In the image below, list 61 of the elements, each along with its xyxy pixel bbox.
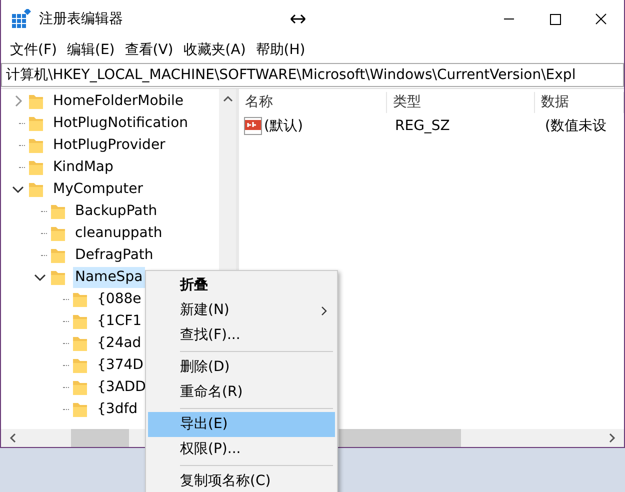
menu-item[interactable]: 编辑(E) (62, 40, 120, 60)
tree-item[interactable]: {088e (95, 288, 144, 310)
column-header[interactable]: 数据 (535, 92, 624, 112)
menu-item[interactable]: 复制项名称(C) (148, 469, 335, 492)
tree-item[interactable]: KindMap (51, 156, 116, 178)
tree-item[interactable]: NameSpa (73, 266, 145, 288)
menu-item[interactable]: 收藏夹(A) (178, 40, 251, 60)
folder-icon (29, 137, 43, 153)
tree-item[interactable]: {24ad (95, 332, 144, 354)
string-value-icon (244, 117, 262, 135)
column-header[interactable]: 名称 (239, 92, 388, 112)
menu-item[interactable]: 文件(F) (5, 40, 62, 60)
menu-item[interactable]: 重命名(R) (148, 380, 335, 405)
address-field[interactable]: 计算机\HKEY_LOCAL_MACHINE\SOFTWARE\Microsoft\Windows\CurrentVersion\Expl (1, 63, 624, 87)
folder-icon (51, 225, 65, 241)
folder-icon (29, 181, 43, 197)
menu-item[interactable]: 折叠 (148, 273, 335, 298)
folder-icon (51, 203, 65, 219)
maximize-icon[interactable] (547, 11, 563, 27)
tree-item[interactable]: {3ADD (95, 376, 148, 398)
menu-item[interactable]: 导出(E) (148, 412, 335, 437)
tree-item[interactable]: DefragPath (73, 244, 156, 266)
tree-item[interactable]: HotPlugNotification (51, 112, 190, 134)
menu-item[interactable]: 查找(F)... (148, 323, 335, 348)
scrollbar-thumb[interactable] (71, 429, 129, 447)
folder-icon (73, 357, 87, 373)
table-cell-text: (数值未设 (544, 116, 606, 136)
folder-icon (73, 379, 87, 395)
window-title: 注册表编辑器 (39, 10, 123, 28)
folder-icon (73, 401, 87, 417)
folder-icon (73, 335, 87, 351)
folder-icon (73, 291, 87, 307)
tree-item[interactable]: {1CF1 (95, 310, 144, 332)
table-cell-text: (默认) (264, 116, 303, 136)
folder-icon (29, 93, 43, 109)
scrollbar-thumb[interactable] (339, 429, 461, 447)
column-header[interactable]: 类型 (387, 92, 536, 112)
folder-icon (51, 247, 65, 263)
tree-item[interactable]: {374D (95, 354, 146, 376)
menu-item[interactable]: 查看(V) (120, 40, 178, 60)
tree-item[interactable]: MyComputer (51, 178, 145, 200)
resize-cursor-icon (290, 14, 306, 24)
registry-app-icon (11, 9, 31, 29)
tree-item[interactable]: {3dfd (95, 398, 140, 420)
tree-item[interactable]: HomeFolderMobile (51, 90, 186, 112)
menu-item[interactable]: 删除(D) (148, 355, 335, 380)
folder-icon (51, 269, 65, 285)
folder-icon (29, 159, 43, 175)
tree-item[interactable]: HotPlugProvider (51, 134, 168, 156)
tree-item[interactable]: cleanuppath (73, 222, 164, 244)
menu-item[interactable]: 新建(N) (148, 298, 335, 323)
menu-item[interactable]: 权限(P)... (148, 437, 335, 462)
menu-item[interactable]: 帮助(H) (250, 40, 310, 60)
table-cell-text: REG_SZ (394, 116, 451, 136)
close-icon[interactable] (593, 11, 609, 27)
scroll-up-icon (222, 95, 232, 103)
scroll-right-icon (608, 433, 616, 443)
folder-icon (73, 313, 87, 329)
tree-item[interactable]: BackupPath (73, 200, 160, 222)
folder-icon (29, 115, 43, 131)
scroll-left-icon (9, 433, 17, 443)
